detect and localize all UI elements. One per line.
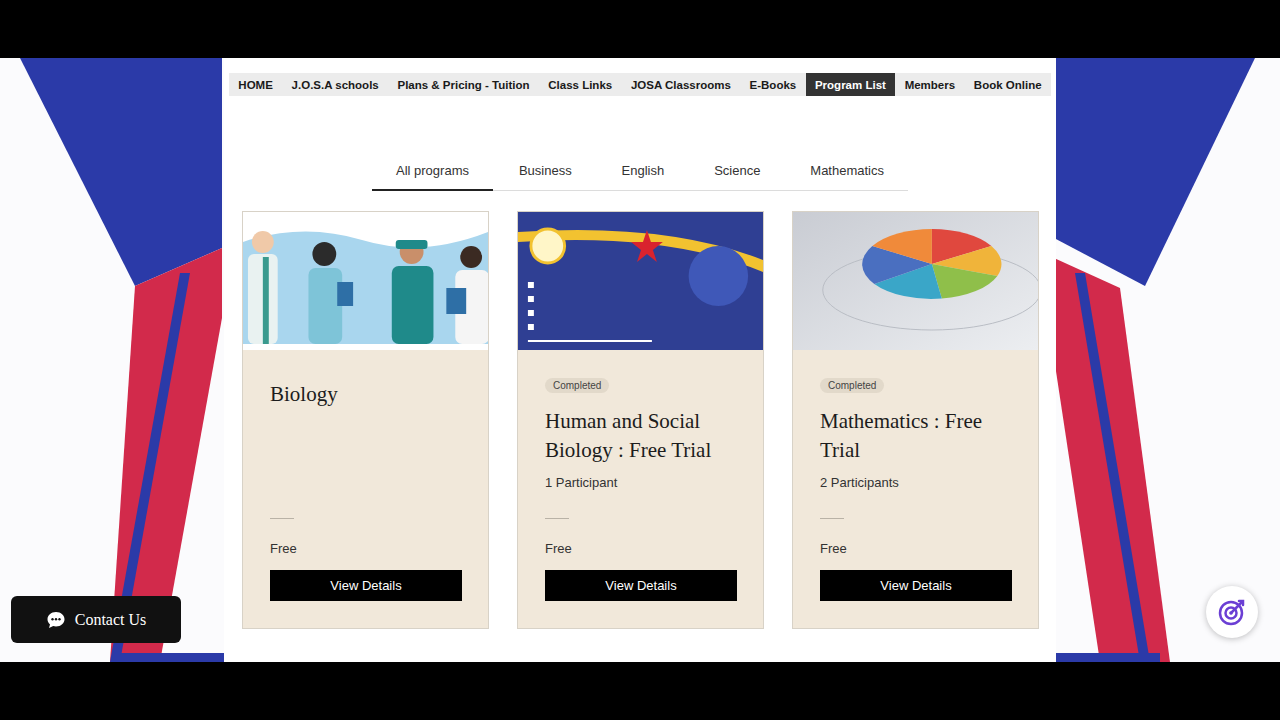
nav-item[interactable]: HOME [229,73,282,96]
category-tabs: All programsBusinessEnglishScienceMathem… [372,156,908,191]
screen: HOMEJ.O.S.A schoolsPlans & Pricing - Tui… [0,0,1280,720]
status-badge: Completed [820,378,884,393]
nav-item[interactable]: Class Links [539,73,622,96]
floating-action-button[interactable] [1206,586,1258,638]
nav-item[interactable]: J.O.S.A schools [282,73,388,96]
chart-image [793,212,1038,350]
program-price: Free [820,541,1011,556]
website-page: HOMEJ.O.S.A schoolsPlans & Pricing - Tui… [0,58,1280,662]
category-tab[interactable]: Science [690,156,784,191]
top-letterbox [0,0,1280,58]
card-body: Completed Human and Social Biology : Free… [518,350,763,628]
nav-bar: HOMEJ.O.S.A schoolsPlans & Pricing - Tui… [229,73,1051,96]
program-grid: Biology Free View Details Completed Human an… [229,211,1051,629]
card-footer: Free View Details [270,518,461,601]
nav-item[interactable]: Book Online [965,73,1051,96]
separator [545,518,569,519]
contact-label: Contact Us [75,611,147,629]
view-details-button[interactable]: View Details [545,570,737,601]
view-details-button[interactable]: View Details [270,570,462,601]
nav-item[interactable]: Members [895,73,964,96]
chat-bubble-icon [46,610,66,630]
card-body: Biology Free View Details [243,350,488,628]
nav-item[interactable]: JOSA Classrooms [622,73,741,96]
program-price: Free [270,541,461,556]
participants-count: 1 Participant [545,475,736,490]
card-footer: Free View Details [545,518,736,601]
category-tab[interactable]: English [598,156,689,191]
status-badge: Completed [545,378,609,393]
promo-image [518,212,763,350]
separator [270,518,294,519]
card-footer: Free View Details [820,518,1011,601]
content-panel: HOMEJ.O.S.A schoolsPlans & Pricing - Tui… [224,58,1056,662]
bottom-letterbox [0,662,1280,720]
program-price: Free [545,541,736,556]
view-details-button[interactable]: View Details [820,570,1012,601]
nav-item[interactable]: E-Books [740,73,805,96]
program-title: Mathematics : Free Trial [820,407,1011,465]
contact-button[interactable]: Contact Us [11,596,181,643]
program-title: Human and Social Biology : Free Trial [545,407,736,465]
nav-item[interactable]: Plans & Pricing - Tuition [388,73,539,96]
card-body: Completed Mathematics : Free Trial 2 Parti… [793,350,1038,628]
category-tab[interactable]: Mathematics [786,156,908,191]
program-card: Biology Free View Details [242,211,489,629]
doctors-image [243,212,488,350]
target-icon [1217,597,1247,627]
participants-count: 2 Participants [820,475,1011,490]
separator [820,518,844,519]
program-card: Completed Human and Social Biology : Free… [517,211,764,629]
program-card: Completed Mathematics : Free Trial 2 Parti… [792,211,1039,629]
category-tab[interactable]: All programs [372,156,493,191]
category-tab[interactable]: Business [495,156,596,191]
nav-item[interactable]: Program List [806,73,896,96]
program-title: Biology [270,380,461,409]
